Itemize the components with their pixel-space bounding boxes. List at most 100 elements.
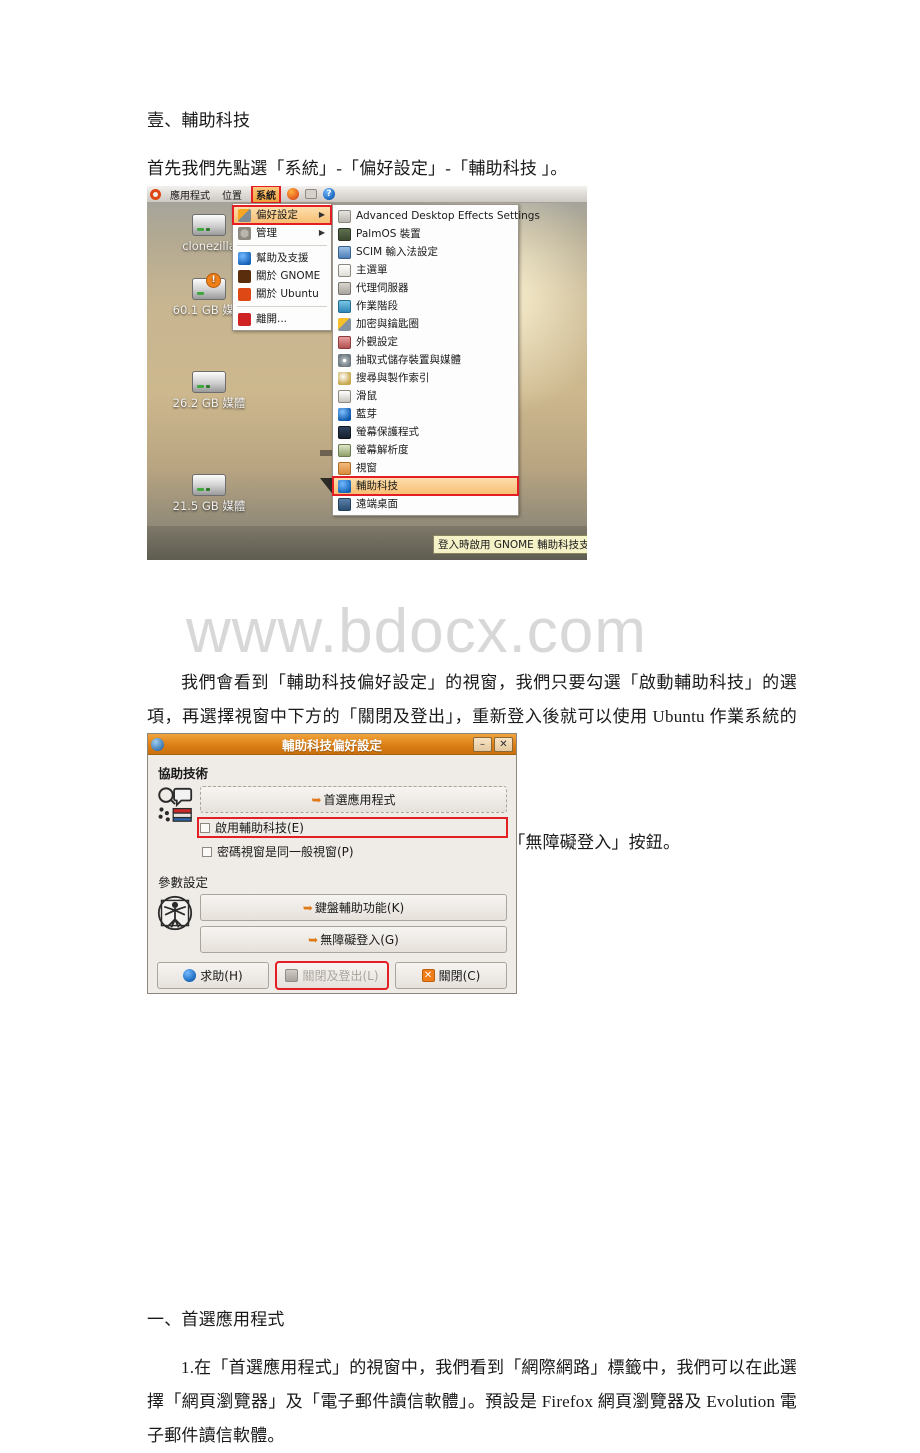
vitruvian-man-icon [157,895,193,931]
close-button-label: 關閉(C) [438,969,481,983]
pref-item-9[interactable]: 搜尋與製作索引 [333,369,518,387]
gnome-panel: 應用程式 位置 系統 [147,186,587,204]
panel-menu-system[interactable]: 系統 [251,186,281,204]
heading-1: 壹、輔助科技 [147,111,251,130]
pref-item-8[interactable]: 抽取式儲存裝置與媒體 [333,351,518,369]
pref-item-5[interactable]: 作業階段 [333,297,518,315]
menu-separator [237,306,327,307]
accessible-login-label: 無障礙登入(G) [320,933,399,947]
desktop-screenshot: 應用程式 位置 系統 clonezilla 60.1 GB 媒體 26.2 GB… [147,186,587,560]
system-menu[interactable]: 偏好設定 ▶ 管理 ▶ 幫助及支援 關於 GNOME 關於 Ubuntu 離開.… [232,203,332,331]
pref-item-2[interactable]: SCIM 輸入法設定 [333,243,518,261]
scim-icon [338,245,351,259]
help-icon[interactable] [323,188,335,200]
ubuntu-logo-icon [238,287,251,301]
watermark: www.bdocx.com [186,597,647,666]
pref-item-label: 外觀設定 [356,336,398,348]
pref-item-12[interactable]: 螢幕保護程式 [333,423,518,441]
checkbox[interactable] [200,822,210,833]
preferred-applications-label: 首選應用程式 [323,793,396,807]
pref-item-label: Advanced Desktop Effects Settings [356,210,540,222]
desktop-icon-label: 26.2 GB 媒體 [172,396,246,410]
dialog-titlebar: 輔助科技偏好設定 – ✕ [148,734,516,755]
paragraph-5: 1.在「首選應用程式」的視窗中，我們看到「網際網路」標籤中，我們可以在此選擇「網… [147,1358,797,1445]
password-window-checkbox-row[interactable]: 密碼視窗是同一般視窗(P) [200,842,507,861]
pref-item-0[interactable]: Advanced Desktop Effects Settings [333,207,540,225]
pref-item-1[interactable]: PalmOS 裝置 [333,225,518,243]
tooltip: 登入時啟用 GNOME 輔助科技支援 [433,535,587,554]
help-button[interactable]: 求助(H) [157,962,269,989]
menu-item-help-support[interactable]: 幫助及支援 [233,249,331,267]
preferred-applications-button[interactable]: ➥ 首選應用程式 [200,786,507,813]
menu-item-about-ubuntu[interactable]: 關於 Ubuntu [233,285,331,303]
dialog-title: 輔助科技偏好設定 [281,737,382,753]
heading-2: 一、首選應用程式 [147,1310,285,1329]
mail-icon[interactable] [305,189,317,199]
pref-item-13[interactable]: 螢幕解析度 [333,441,518,459]
checkbox[interactable] [202,846,212,857]
pref-item-label: 藍芽 [356,408,377,420]
pref-item-label: PalmOS 裝置 [356,228,421,240]
accessibility-icon [338,479,351,493]
panel-menu-applications[interactable]: 應用程式 [167,186,213,203]
menu-item-about-gnome[interactable]: 關於 GNOME [233,267,331,285]
drive-icon [192,371,226,393]
mouse-icon [338,389,351,403]
drive-icon [192,214,226,236]
enable-assistive-checkbox-row[interactable]: 啟用輔助科技(E) [197,817,508,838]
close-icon: ✕ [421,969,435,982]
drive-icon [192,474,226,496]
close-and-logout-button[interactable]: 關閉及登出(L) [275,961,389,990]
desktop-icon-26gb[interactable]: 26.2 GB 媒體 [161,371,257,411]
chevron-right-icon: ▶ [318,210,325,219]
password-window-label: 密碼視窗是同一般視窗(P) [217,845,354,859]
resolution-icon [338,443,351,457]
menu-item-administration[interactable]: 管理 ▶ [233,224,331,242]
pref-item-label: 視窗 [356,462,377,474]
preferences-submenu[interactable]: Advanced Desktop Effects Settings PalmOS… [332,204,540,516]
pref-item-label: 作業階段 [356,300,398,312]
launch-arrow-icon: ➥ [302,900,313,915]
desktop-icon-21gb[interactable]: 21.5 GB 媒體 [161,474,257,514]
assistive-tech-dialog-screenshot: 輔助科技偏好設定 – ✕ 協助技術 ➥ 首選應用程式 啟用輔助科技(E) 密碼視… [147,733,517,994]
accessible-login-button[interactable]: ➥ 無障礙登入(G) [200,926,507,953]
gnome-foot-icon [238,269,251,283]
enable-assistive-label: 啟用輔助科技(E) [215,821,304,835]
menu-item-label: 關於 GNOME [256,270,321,282]
help-icon [183,969,197,982]
pref-item-3[interactable]: 主選單 [333,261,518,279]
pref-item-4[interactable]: 代理伺服器 [333,279,518,297]
pref-item-accessibility[interactable]: 輔助科技 [332,476,519,496]
pref-item-label: 代理伺服器 [356,282,409,294]
keyboard-accessibility-button[interactable]: ➥ 鍵盤輔助功能(K) [200,894,507,921]
close-window-button[interactable]: ✕ [494,736,513,752]
menu-item-label: 幫助及支援 [256,252,309,264]
menu-item-quit[interactable]: 離開... [233,310,331,328]
pref-item-label: 螢幕解析度 [356,444,409,456]
menu-item-label: 偏好設定 [256,209,298,221]
proxy-icon [338,281,351,295]
help-button-label: 求助(H) [200,969,243,983]
pref-item-label: 遠端桌面 [356,498,398,510]
logout-icon [285,969,299,982]
minimize-button[interactable]: – [473,736,492,752]
pref-item-7[interactable]: 外觀設定 [333,333,518,351]
menu-item-preferences[interactable]: 偏好設定 ▶ [232,205,332,225]
firefox-icon[interactable] [287,188,299,200]
close-button[interactable]: ✕ 關閉(C) [395,962,507,989]
gear-icon [238,226,251,240]
dialog-action-buttons: 求助(H) 關閉及登出(L) ✕ 關閉(C) [157,961,507,990]
panel-menu-places[interactable]: 位置 [219,186,245,203]
menu-item-label: 離開... [256,313,288,325]
pref-item-14[interactable]: 視窗 [333,459,518,477]
menu-item-label: 管理 [256,227,277,239]
effects-icon [338,209,351,223]
palm-device-icon [338,227,351,241]
chevron-right-icon: ▶ [318,228,325,237]
ubuntu-logo-icon[interactable] [150,188,161,200]
pref-item-10[interactable]: 滑鼠 [333,387,518,405]
pref-item-11[interactable]: 藍芽 [333,405,518,423]
pref-item-6[interactable]: 加密與鑰匙圈 [333,315,518,333]
pref-item-16[interactable]: 遠端桌面 [333,495,518,513]
pref-item-label: 滑鼠 [356,390,377,402]
